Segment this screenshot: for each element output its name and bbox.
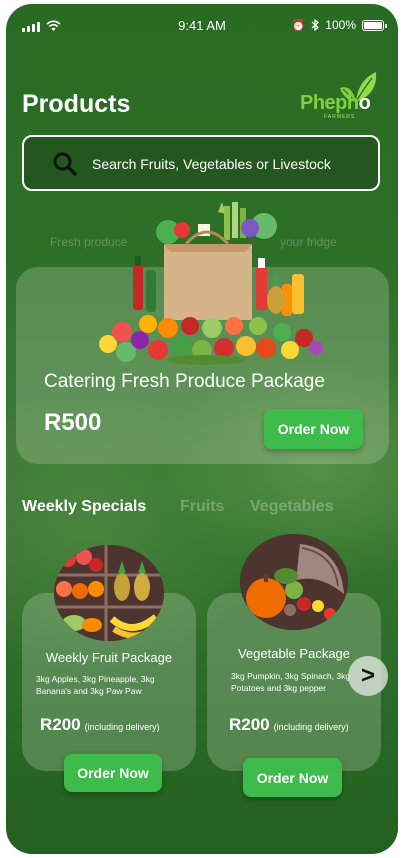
package-price: R200 (40, 715, 81, 734)
category-tabs: Weekly Specials Fruits Vegetables (22, 498, 382, 522)
app-screen: 9:41 AM ⏰ 100% Products Phepho FARMERS S… (6, 4, 398, 854)
bluetooth-icon (311, 19, 320, 31)
page-title: Products (22, 90, 131, 118)
package-price-line: R200 (including delivery) (229, 715, 349, 735)
logo-wordmark: Phepho (300, 92, 371, 114)
search-bar[interactable] (22, 135, 380, 191)
package-name: Weekly Fruit Package (45, 650, 173, 665)
tab-vegetables[interactable]: Vegetables (250, 498, 334, 516)
package-price-note: (including delivery) (273, 722, 349, 732)
search-input[interactable] (92, 149, 372, 179)
featured-package-price: R500 (44, 409, 102, 436)
featured-order-button[interactable]: Order Now (264, 409, 363, 449)
status-right: ⏰ 100% (291, 18, 387, 32)
package-price: R200 (229, 715, 270, 734)
battery-percent: 100% (325, 18, 356, 32)
battery-icon (362, 19, 387, 31)
logo-tagline: FARMERS (324, 114, 356, 120)
search-icon (53, 152, 77, 176)
phepho-logo: Phepho FARMERS (298, 70, 378, 120)
status-bar: 9:41 AM ⏰ 100% (6, 18, 398, 36)
order-button-fruit[interactable]: Order Now (64, 754, 162, 792)
tab-fruits[interactable]: Fruits (180, 498, 224, 516)
alarm-icon: ⏰ (291, 19, 306, 32)
tab-weekly-specials[interactable]: Weekly Specials (22, 498, 146, 516)
fruit-package-image (54, 545, 164, 641)
package-name: Vegetable Package (237, 646, 351, 661)
order-button-vegetable[interactable]: Order Now (243, 758, 342, 797)
package-price-line: R200 (including delivery) (40, 715, 160, 735)
grocery-bag-image (99, 202, 323, 365)
vegetable-package-image (240, 534, 348, 630)
package-description: 3kg Apples, 3kg Pineapple, 3kg Banana's … (36, 674, 155, 696)
carousel-next-button[interactable]: > (348, 656, 388, 696)
chevron-right-icon: > (360, 662, 375, 689)
package-price-note: (including delivery) (84, 722, 160, 732)
featured-package-name: Catering Fresh Produce Package (44, 371, 325, 392)
